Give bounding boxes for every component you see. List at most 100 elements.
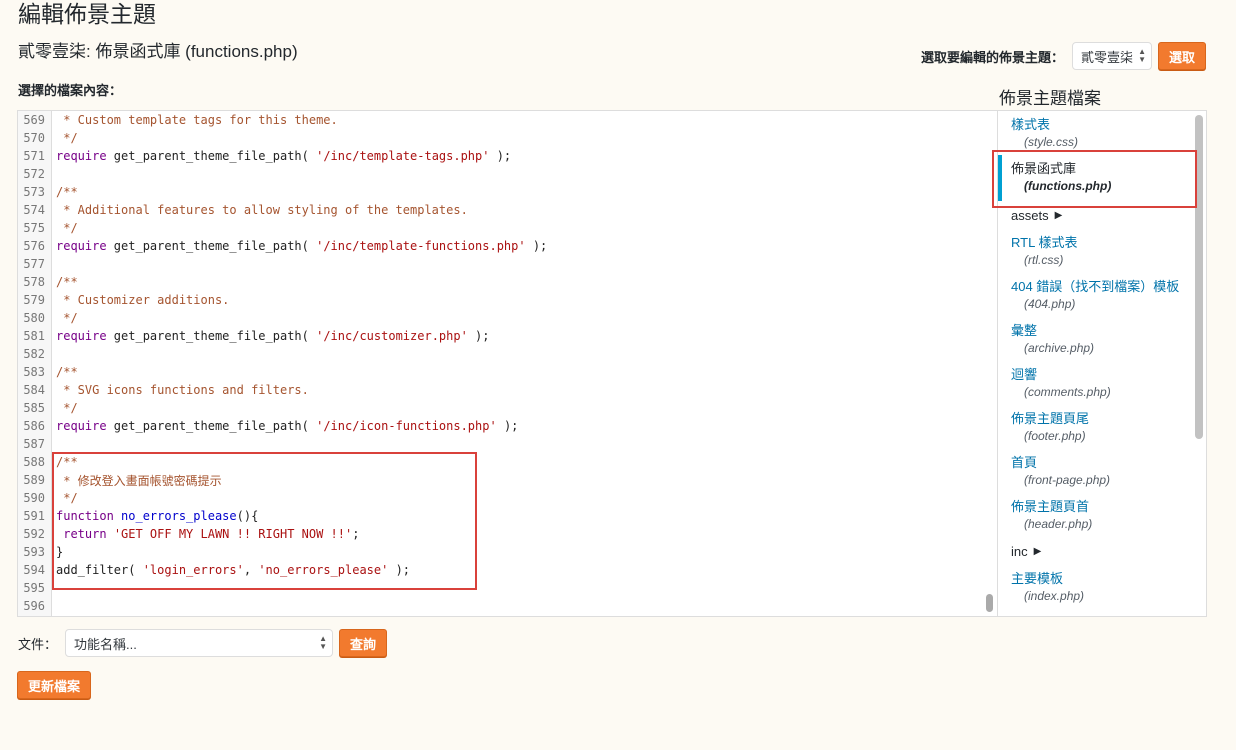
line-number: 596: [23, 599, 45, 613]
file-label: 佈景主題頁首: [1011, 499, 1090, 514]
line-number: 570: [23, 131, 45, 145]
code-text: * Customizer additions.: [49, 293, 229, 307]
folder-item-inc[interactable]: inc ▶: [998, 537, 1192, 565]
code-token: );: [467, 329, 490, 343]
code-line: 594 add_filter( 'login_errors', 'no_error…: [18, 561, 997, 579]
doc-function-select[interactable]: 功能名稱... ▲ ▼: [65, 629, 334, 657]
code-token: */: [56, 221, 78, 235]
code-text: * SVG icons functions and filters.: [49, 383, 309, 397]
sidebar-heading: 佈景主題檔案: [999, 89, 1101, 108]
line-number: 586: [23, 419, 45, 433]
line-number: 578: [23, 275, 45, 289]
code-token: * 修改登入畫面帳號密碼提示: [56, 473, 222, 488]
doc-select-placeholder: 功能名稱...: [74, 636, 137, 652]
line-number: 588: [23, 455, 45, 469]
code-line: 585 */: [18, 399, 997, 417]
code-token: */: [56, 131, 78, 145]
code-token: /**: [56, 455, 78, 469]
code-text: return 'GET OFF MY LAWN !! RIGHT NOW !!'…: [49, 527, 359, 541]
code-line: 573 /**: [18, 183, 997, 201]
theme-select-label: 選取要編輯的佈景主題：: [920, 49, 1064, 65]
code-line: 596: [18, 597, 997, 615]
line-number: 584: [23, 383, 45, 397]
theme-select[interactable]: 貳零壹柒 ▲ ▼: [1071, 42, 1152, 70]
code-token: */: [56, 311, 78, 325]
select-theme-button[interactable]: 選取: [1157, 42, 1206, 70]
file-label: 樣式表: [1011, 117, 1051, 132]
file-heading: 貳零壹柒: 佈景函式庫 (functions.php): [18, 42, 298, 61]
theme-select-value: 貳零壹柒: [1080, 49, 1133, 65]
select-arrows-icon: ▲ ▼: [319, 634, 328, 651]
code-token: */: [56, 401, 78, 415]
files-scrollbar[interactable]: [1195, 115, 1203, 439]
code-token: no_errors_please: [121, 509, 237, 523]
code-token: 'GET OFF MY LAWN !! RIGHT NOW !!': [113, 527, 353, 541]
update-file-button[interactable]: 更新檔案: [17, 671, 92, 699]
file-label: 首頁: [1011, 455, 1038, 470]
file-label: 迴響: [1011, 367, 1038, 382]
content-label: 選擇的檔案內容：: [18, 83, 123, 98]
code-line: 583 /**: [18, 363, 997, 381]
file-path: (front-page.php): [1024, 473, 1111, 487]
code-token: '/inc/template-tags.php': [316, 149, 490, 163]
file-item[interactable]: 迴響 (comments.php): [998, 361, 1192, 405]
file-item[interactable]: 404 錯誤（找不到檔案）模板 (404.php): [998, 273, 1192, 317]
file-label: 404 錯誤（找不到檔案）模板: [1011, 279, 1180, 294]
file-path: (functions.php): [1024, 179, 1112, 193]
file-path: (archive.php): [1024, 341, 1095, 355]
select-arrows-icon: ▲ ▼: [1138, 47, 1146, 64]
code-editor[interactable]: 569 * Custom template tags for this them…: [17, 110, 998, 617]
line-number: 571: [23, 149, 45, 163]
code-token: require: [56, 239, 107, 253]
code-token: require: [56, 149, 107, 163]
file-item[interactable]: 樣式表 (style.css): [998, 111, 1192, 155]
code-line: 581 require get_parent_theme_file_path( '…: [18, 327, 997, 345]
code-text: */: [49, 221, 78, 235]
file-label: 佈景主題頁尾: [1011, 411, 1090, 426]
editor-scrollbar[interactable]: [984, 111, 994, 616]
file-item[interactable]: 佈景主題頁首 (header.php): [998, 493, 1192, 537]
line-number: 594: [23, 563, 45, 577]
code-text: require get_parent_theme_file_path( '/in…: [49, 419, 518, 433]
code-token: add_filter(: [56, 563, 143, 577]
code-token: );: [388, 563, 411, 577]
line-number: 591: [23, 509, 45, 523]
code-text: */: [49, 131, 78, 145]
line-number: 581: [23, 329, 45, 343]
editor-scroll-thumb[interactable]: [986, 594, 993, 612]
file-item[interactable]: RTL 樣式表 (rtl.css): [998, 229, 1192, 273]
file-path: (404.php): [1024, 297, 1076, 311]
code-text: */: [49, 401, 78, 415]
code-text: * Additional features to allow styling o…: [49, 203, 468, 217]
code-line: 588 /**: [18, 453, 997, 471]
code-text: function no_errors_please(){: [49, 509, 258, 523]
file-item-active[interactable]: 佈景函式庫 (functions.php): [998, 155, 1192, 201]
code-line: 576 require get_parent_theme_file_path( '…: [18, 237, 997, 255]
code-token: ,: [243, 563, 259, 577]
expand-triangle-icon: ▶: [1054, 209, 1063, 221]
code-token: );: [496, 419, 519, 433]
theme-files-list: 樣式表 (style.css) 佈景函式庫 (functions.php) assets…: [998, 111, 1192, 609]
code-line: 595: [18, 579, 997, 597]
file-item[interactable]: 首頁 (front-page.php): [998, 449, 1192, 493]
file-path: (index.php): [1024, 589, 1085, 603]
line-number: 593: [23, 545, 45, 559]
folder-name: inc: [1011, 543, 1028, 559]
file-label: RTL 樣式表: [1011, 235, 1078, 250]
lookup-button[interactable]: 查詢: [339, 629, 388, 657]
code-token: get_parent_theme_file_path(: [106, 419, 317, 433]
code-token: */: [56, 491, 78, 505]
file-item[interactable]: 佈景主題頁尾 (footer.php): [998, 405, 1192, 449]
code-line: 590 */: [18, 489, 997, 507]
file-label: 主要模板: [1011, 571, 1064, 586]
code-line: 575 */: [18, 219, 997, 237]
file-item[interactable]: 彙整 (archive.php): [998, 317, 1192, 361]
code-line: 570 */: [18, 129, 997, 147]
code-line: 578 /**: [18, 273, 997, 291]
line-number: 595: [23, 581, 45, 595]
code-line: 577: [18, 255, 997, 273]
file-item[interactable]: 主要模板 (index.php): [998, 565, 1192, 609]
folder-item-assets[interactable]: assets ▶: [998, 201, 1192, 229]
